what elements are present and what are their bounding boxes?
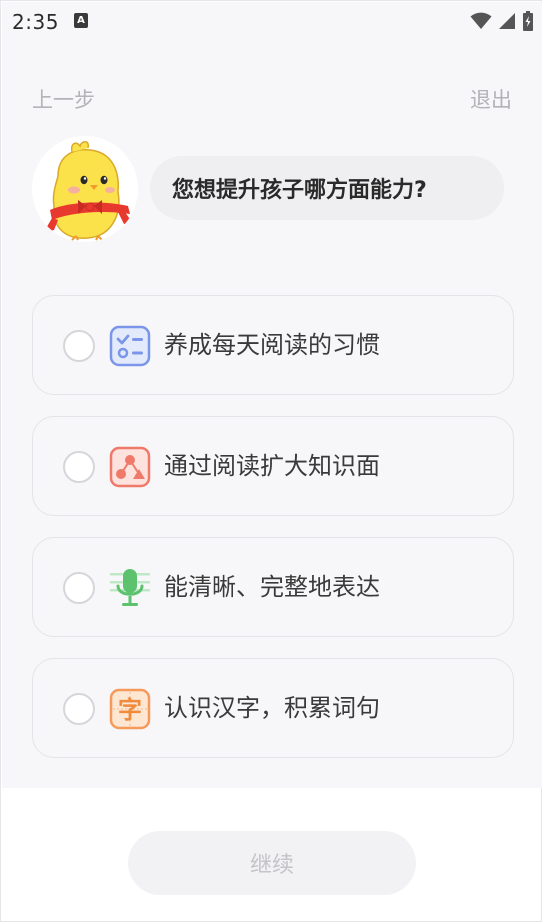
character-icon: 字 — [109, 688, 151, 730]
battery-icon — [523, 11, 533, 31]
checklist-icon — [109, 325, 151, 367]
question-text: 您想提升孩子哪方面能力? — [172, 178, 427, 203]
exit-link[interactable]: 退出 — [470, 84, 512, 114]
content-area: 2:35 A 上一步 退出 您想提升孩子哪方面能力? 养成每天阅读的习惯 通过阅… — [2, 2, 542, 788]
option-daily-reading[interactable]: 养成每天阅读的习惯 — [32, 295, 514, 395]
chick-mascot-icon — [44, 141, 132, 241]
radio-button[interactable] — [63, 572, 95, 604]
radio-button[interactable] — [63, 451, 95, 483]
knowledge-nodes-icon — [109, 446, 151, 488]
wifi-icon — [470, 12, 492, 29]
microphone-icon — [110, 569, 150, 606]
status-bar: 2:35 A — [2, 2, 542, 42]
question-bubble: 您想提升孩子哪方面能力? — [150, 156, 504, 220]
option-label: 养成每天阅读的习惯 — [164, 331, 380, 359]
option-label: 通过阅读扩大知识面 — [164, 452, 380, 480]
option-label: 认识汉字，积累词句 — [164, 694, 380, 722]
option-learn-characters[interactable]: 字 认识汉字，积累词句 — [32, 658, 514, 758]
previous-step-link[interactable]: 上一步 — [32, 84, 95, 114]
mascot-avatar — [32, 136, 138, 242]
screen: 2:35 A 上一步 退出 您想提升孩子哪方面能力? 养成每天阅读的习惯 通过阅… — [0, 0, 542, 922]
option-label: 能清晰、完整地表达 — [164, 573, 380, 601]
a-badge-icon: A — [74, 13, 88, 28]
continue-button[interactable]: 继续 — [128, 831, 416, 895]
option-expand-knowledge[interactable]: 通过阅读扩大知识面 — [32, 416, 514, 516]
status-icons — [470, 11, 534, 31]
cell-signal-icon — [499, 13, 515, 29]
radio-button[interactable] — [63, 693, 95, 725]
option-clear-expression[interactable]: 能清晰、完整地表达 — [32, 537, 514, 637]
status-time: 2:35 — [12, 10, 59, 34]
radio-button[interactable] — [63, 330, 95, 362]
character-glyph: 字 — [118, 696, 142, 724]
